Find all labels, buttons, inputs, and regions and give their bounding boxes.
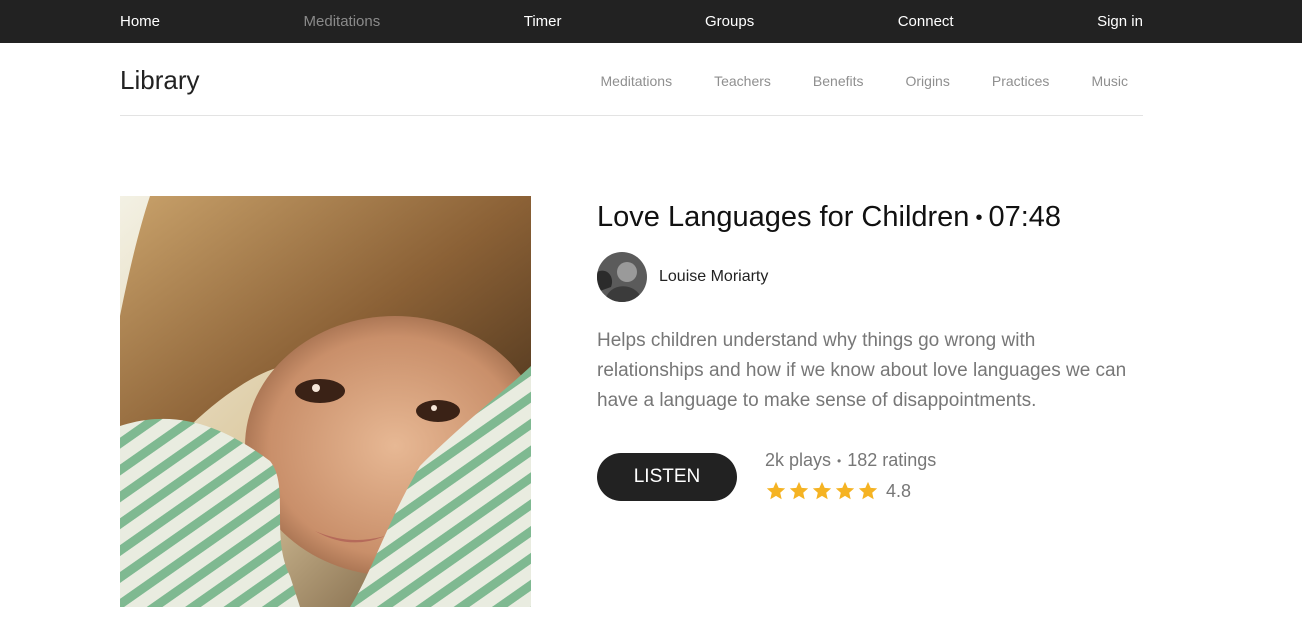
rating-value: 4.8 (886, 480, 912, 501)
listen-button[interactable]: LISTEN (597, 453, 737, 501)
nav-connect-link[interactable]: Connect (898, 14, 954, 29)
meditation-details: Love Languages for Children • 07:48 Louise… (597, 196, 1157, 501)
meditation-cover-image (120, 196, 531, 607)
teacher-name[interactable]: Louise Moriarty (659, 268, 768, 286)
subnav-origins-link[interactable]: Origins (906, 73, 950, 89)
top-navigation-bar: Home Meditations Timer Groups Connect Si… (0, 0, 1302, 43)
subnav-practices-link[interactable]: Practices (992, 73, 1050, 89)
plays-count: 2k plays (765, 450, 832, 470)
star-icon (766, 481, 786, 500)
meditation-duration: 07:48 (988, 201, 1062, 233)
top-nav: Home Meditations Timer Groups Connect Si… (120, 0, 1143, 43)
page-title: Library (120, 65, 200, 95)
star-icon (812, 481, 832, 500)
ratings-count: 182 ratings (847, 450, 937, 470)
meditation-description: Helps children understand why things go … (597, 330, 1127, 411)
nav-home-link[interactable]: Home (120, 14, 160, 29)
star-icon (835, 481, 855, 500)
star-rating: 4.8 (765, 480, 911, 502)
meditation-title-text: Love Languages for Children (597, 201, 970, 233)
subnav-meditations-link[interactable]: Meditations (601, 73, 673, 89)
teacher-link[interactable]: Louise Moriarty (597, 252, 768, 302)
subnav-benefits-link[interactable]: Benefits (813, 73, 864, 89)
title-separator: • (975, 207, 983, 230)
library-subnav: Meditations Teachers Benefits Origins Pr… (559, 73, 1129, 89)
nav-timer-link[interactable]: Timer (524, 14, 562, 29)
star-icon (858, 481, 878, 500)
subnav-music-link[interactable]: Music (1091, 73, 1128, 89)
subnav-teachers-link[interactable]: Teachers (714, 73, 771, 89)
library-subheader: Library Meditations Teachers Benefits Or… (120, 43, 1143, 116)
stats-separator: • (837, 454, 842, 469)
play-stats: 2k plays • 182 ratings (765, 450, 936, 471)
avatar[interactable] (597, 252, 647, 302)
nav-sign-in-link[interactable]: Sign in (1097, 14, 1143, 29)
star-icon (789, 481, 809, 500)
nav-groups-link[interactable]: Groups (705, 14, 754, 29)
nav-meditations-link[interactable]: Meditations (304, 14, 381, 29)
meditation-title: Love Languages for Children • 07:48 (597, 196, 1157, 239)
